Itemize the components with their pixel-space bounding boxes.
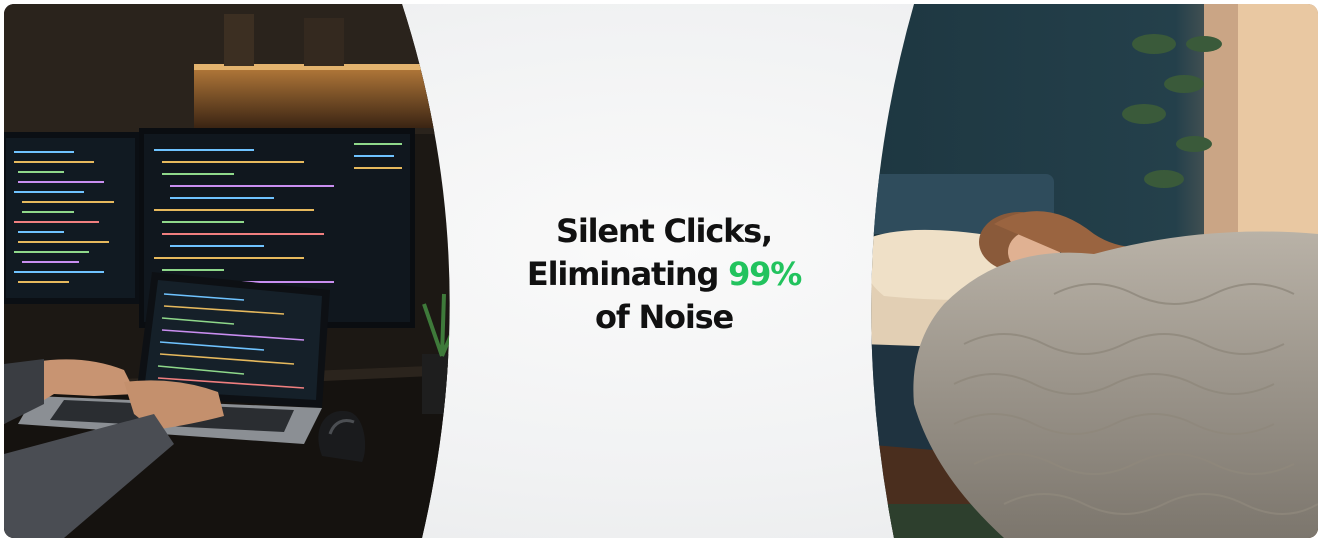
- headline-line-2-text: Eliminating: [526, 255, 729, 293]
- headline-line-2: Eliminating 99%: [424, 253, 904, 296]
- headline: Silent Clicks, Eliminating 99% of Noise: [424, 210, 904, 339]
- promo-banner: Silent Clicks, Eliminating 99% of Noise: [4, 4, 1318, 538]
- headline-line-3: of Noise: [595, 298, 734, 336]
- headline-highlight-percent: 99%: [728, 255, 802, 293]
- headline-line-1: Silent Clicks,: [556, 212, 773, 250]
